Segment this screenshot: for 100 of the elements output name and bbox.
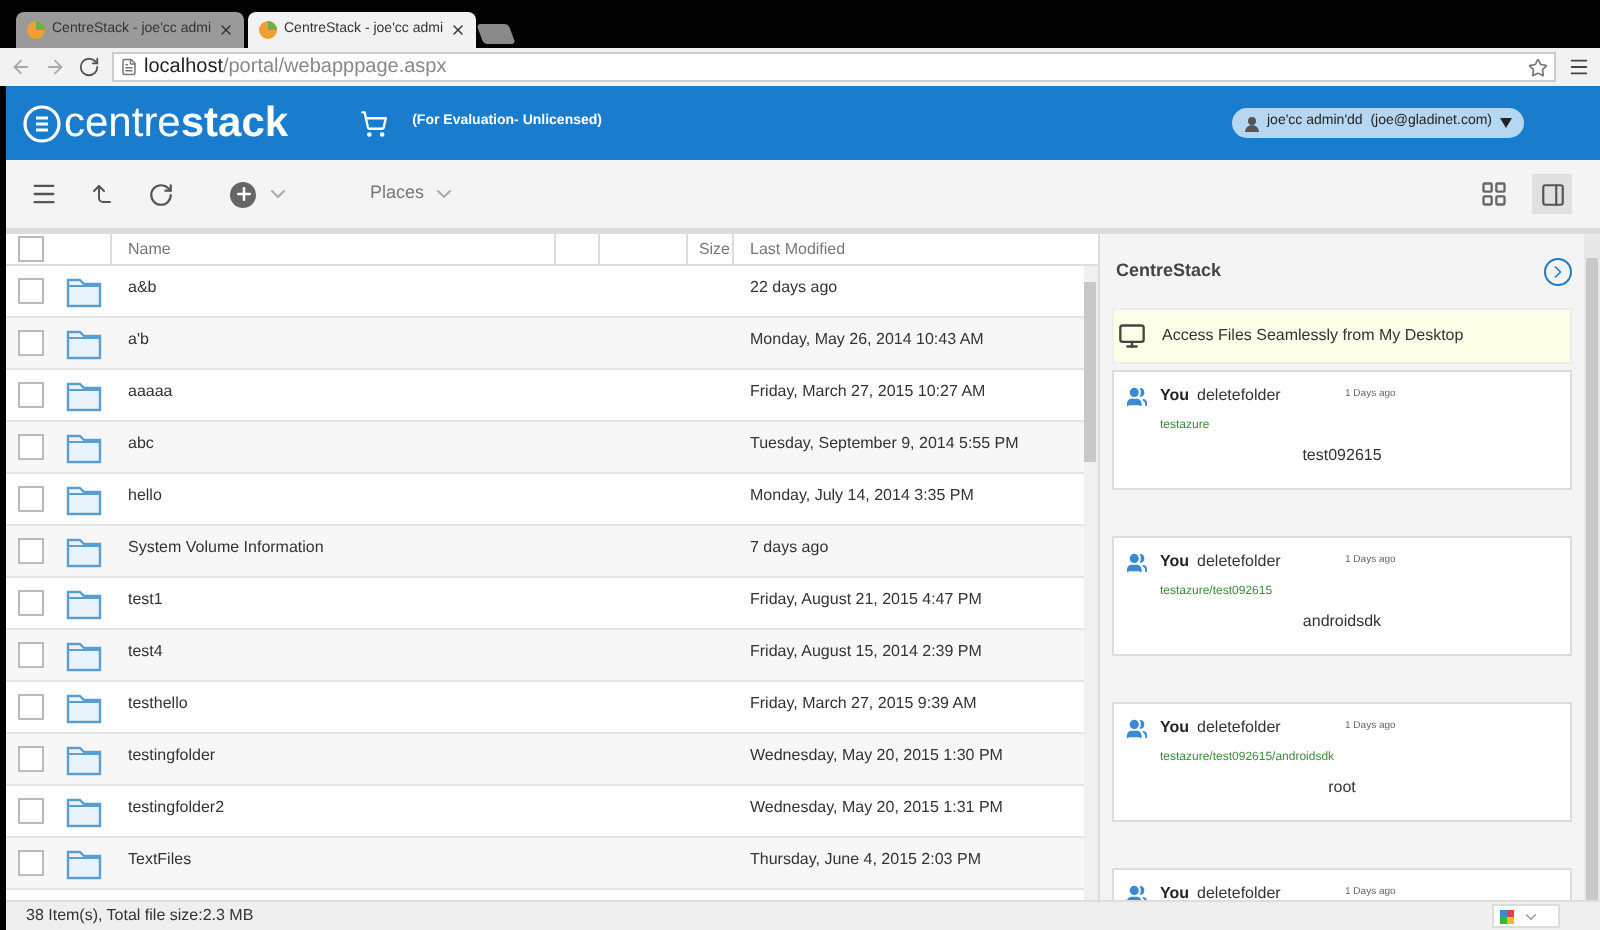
checkbox[interactable] — [18, 486, 44, 512]
checkbox[interactable] — [18, 538, 44, 564]
favicon-icon — [26, 20, 46, 40]
folder-icon — [66, 743, 102, 775]
checkbox[interactable] — [18, 590, 44, 616]
places-button[interactable]: Places — [370, 180, 457, 208]
file-name[interactable]: a&b — [112, 266, 734, 300]
folder-icon — [66, 691, 102, 723]
file-name[interactable]: System Volume Information — [112, 526, 734, 560]
grid-view-icon[interactable] — [1480, 180, 1508, 208]
menu-icon[interactable] — [1568, 56, 1590, 78]
activity-item: root — [1326, 776, 1358, 800]
checkbox[interactable] — [18, 236, 44, 262]
cart-icon[interactable] — [360, 109, 389, 137]
logo-icon — [22, 103, 62, 143]
checkbox[interactable] — [18, 850, 44, 876]
file-name[interactable]: testingfolder — [112, 734, 734, 768]
folder-icon — [66, 847, 102, 879]
modified-cell-text: Monday, May 26, 2014 10:43 AM — [748, 328, 984, 352]
panel-title: CentreStack — [1114, 257, 1224, 284]
activity-user: You — [1160, 550, 1190, 574]
column-header[interactable]: Name — [112, 234, 556, 264]
list-icon[interactable] — [30, 180, 58, 208]
up-arrow-icon[interactable] — [90, 182, 114, 206]
checkbox[interactable] — [18, 642, 44, 668]
forward-icon[interactable] — [44, 56, 66, 78]
folder-icon — [66, 327, 102, 359]
activity-user: You — [1160, 384, 1190, 408]
file-name[interactable]: a'b — [112, 318, 734, 352]
scrollbar[interactable] — [1584, 234, 1600, 900]
activity-action: deletefolder — [1197, 384, 1283, 408]
modified-cell-text: Tuesday, September 9, 2014 5:55 PM — [748, 432, 1019, 456]
modified-cell-text: 7 days ago — [748, 536, 829, 560]
folder-icon — [66, 483, 102, 515]
folder-icon — [66, 639, 102, 671]
users-icon — [1126, 717, 1148, 739]
file-name[interactable]: test1 — [112, 578, 734, 612]
new-tab-button[interactable] — [476, 24, 516, 44]
folder-icon — [66, 379, 102, 411]
activity-action: deletefolder — [1197, 716, 1283, 740]
folder-icon — [66, 431, 102, 463]
activity-user: You — [1160, 716, 1190, 740]
modified-cell-text: Friday, August 15, 2014 2:39 PM — [748, 640, 982, 664]
modified-cell-text: Wednesday, May 20, 2015 1:30 PM — [748, 744, 1003, 768]
scrollbar[interactable] — [1084, 266, 1098, 900]
modified-cell-text: 22 days ago — [748, 276, 838, 300]
view-switch-button[interactable] — [1492, 904, 1560, 928]
star-icon[interactable] — [1528, 57, 1548, 77]
modified-cell-text: Thursday, June 4, 2015 2:03 PM — [748, 848, 981, 872]
caret-icon — [1500, 118, 1512, 128]
close-icon[interactable] — [450, 22, 466, 38]
file-name[interactable]: testingfolder2 — [112, 786, 734, 820]
folder-icon — [66, 587, 102, 619]
folder-icon — [66, 275, 102, 307]
file-name[interactable]: testhello — [112, 682, 734, 716]
monitor-icon — [1118, 322, 1146, 350]
checkbox[interactable] — [18, 278, 44, 304]
status-text: 38 Item(s), Total file size:2.3 MB — [26, 904, 256, 928]
checkbox[interactable] — [18, 694, 44, 720]
reload-icon[interactable] — [78, 56, 100, 78]
url-host: localhost — [144, 56, 223, 78]
modified-cell-text: Wednesday, May 20, 2015 1:31 PM — [748, 796, 1003, 820]
modified-cell-text: Friday, August 21, 2015 4:47 PM — [748, 588, 982, 612]
page-icon — [120, 58, 138, 76]
add-icon[interactable] — [230, 181, 256, 207]
close-icon[interactable] — [218, 22, 234, 38]
user-icon — [1243, 115, 1259, 131]
file-name[interactable]: hello — [112, 474, 734, 508]
refresh-icon[interactable] — [148, 181, 174, 207]
checkbox[interactable] — [18, 382, 44, 408]
folder-icon — [66, 795, 102, 827]
address-field[interactable]: localhost/portal/webapppage.aspx — [112, 52, 1556, 82]
users-icon — [1126, 551, 1148, 573]
checkbox[interactable] — [18, 434, 44, 460]
favicon-icon — [258, 20, 278, 40]
panel-toggle-button[interactable] — [1532, 174, 1572, 214]
checkbox[interactable] — [18, 330, 44, 356]
users-icon — [1126, 883, 1148, 900]
checkbox[interactable] — [18, 798, 44, 824]
back-icon[interactable] — [10, 56, 32, 78]
panel-icon — [1539, 181, 1565, 207]
file-name[interactable]: aaaaa — [112, 370, 734, 404]
url-path: /portal/webapppage.aspx — [222, 56, 447, 78]
column-header[interactable]: Last Modified — [734, 234, 846, 264]
users-icon — [1126, 385, 1148, 407]
activity-item: test092615 — [1300, 444, 1384, 468]
activity-action: deletefolder — [1197, 550, 1283, 574]
modified-cell-text: Friday, March 27, 2015 9:39 AM — [748, 692, 977, 716]
modified-cell-text: Friday, March 27, 2015 10:27 AM — [748, 380, 986, 404]
logo-text: centrestack — [64, 102, 289, 144]
desktop-banner[interactable]: Access Files Seamlessly from My Desktop — [1112, 308, 1572, 364]
file-name[interactable]: abc — [112, 422, 734, 456]
activity-item: androidsdk — [1300, 610, 1384, 634]
file-name[interactable]: TextFiles — [112, 838, 734, 872]
folder-icon — [66, 535, 102, 567]
column-header[interactable]: Size — [688, 234, 734, 264]
next-icon[interactable] — [1544, 257, 1572, 285]
activity-user: You — [1160, 882, 1190, 900]
checkbox[interactable] — [18, 746, 44, 772]
file-name[interactable]: test4 — [112, 630, 734, 664]
